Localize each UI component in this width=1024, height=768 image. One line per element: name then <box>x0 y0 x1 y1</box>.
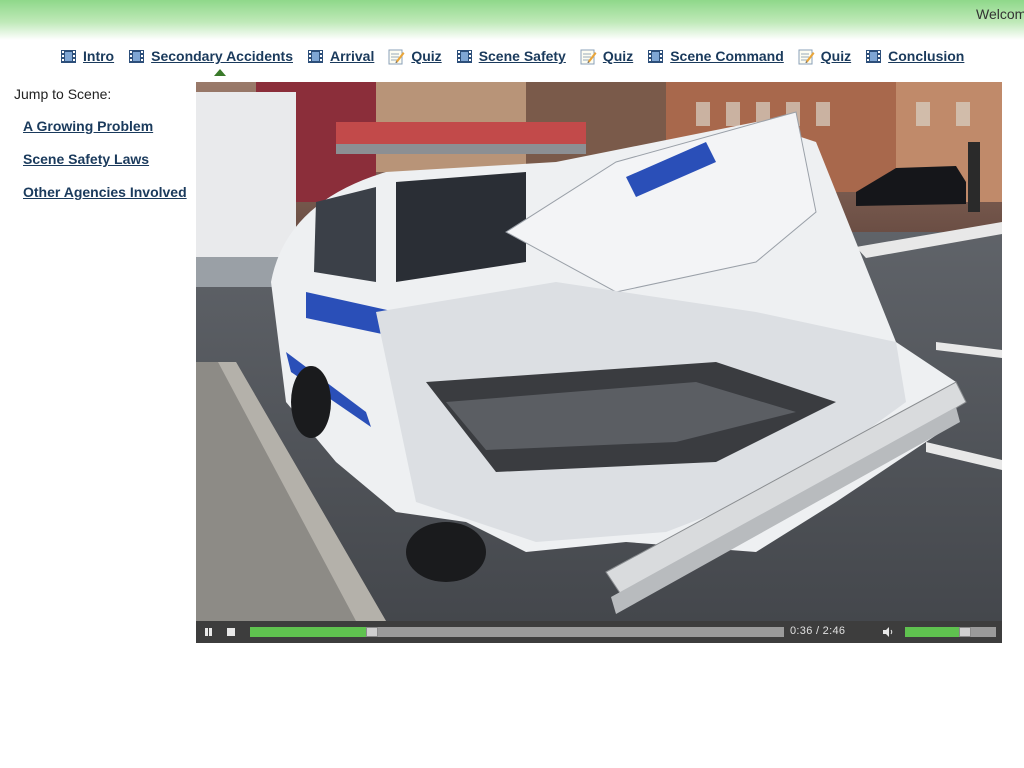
video-player: 0:36 / 2:46 <box>196 82 1002 643</box>
welcome-text: Welcom <box>976 6 1024 22</box>
nav-item-label: Quiz <box>411 48 442 64</box>
film-icon <box>129 49 145 63</box>
film-icon <box>61 49 76 63</box>
nav-item-label: Scene Command <box>670 48 784 64</box>
nav-item-label: Secondary Accidents <box>151 48 293 64</box>
scene-sidebar: Jump to Scene: A Growing Problem Scene S… <box>14 86 194 200</box>
nav-item-label: Intro <box>83 48 115 64</box>
nav-item-quiz-3[interactable]: Quiz <box>798 48 851 65</box>
nav-item-label: Quiz <box>820 48 852 64</box>
nav-item-secondary-accidents[interactable]: Secondary Accidents <box>128 48 293 65</box>
chapter-nav: Intro Secondary Accidents Arrival Quiz S… <box>60 46 978 66</box>
nav-item-label: Quiz <box>602 48 634 64</box>
seek-handle[interactable] <box>366 627 378 637</box>
seek-progress <box>250 627 366 637</box>
quiz-icon <box>580 49 597 64</box>
nav-item-label: Scene Safety <box>478 48 566 64</box>
video-frame[interactable] <box>196 82 1002 621</box>
film-icon <box>866 49 882 63</box>
nav-item-scene-safety[interactable]: Scene Safety <box>456 48 566 65</box>
wrecked-police-car-image <box>196 82 1002 621</box>
nav-item-conclusion[interactable]: Conclusion <box>865 48 964 65</box>
scene-link-growing-problem[interactable]: A Growing Problem <box>23 118 194 134</box>
scene-link-other-agencies[interactable]: Other Agencies Involved <box>23 184 194 200</box>
film-icon <box>456 49 472 63</box>
active-chapter-indicator-icon <box>214 69 226 76</box>
seek-bar[interactable] <box>250 627 784 637</box>
nav-item-quiz-2[interactable]: Quiz <box>580 48 633 65</box>
stop-icon[interactable] <box>227 628 235 636</box>
nav-item-intro[interactable]: Intro <box>60 48 114 65</box>
nav-item-label: Conclusion <box>888 48 965 64</box>
time-display: 0:36 / 2:46 <box>790 625 846 637</box>
scene-link-safety-laws[interactable]: Scene Safety Laws <box>23 151 194 167</box>
nav-item-quiz-1[interactable]: Quiz <box>388 48 442 65</box>
nav-item-arrival[interactable]: Arrival <box>307 48 374 65</box>
volume-level <box>905 627 959 637</box>
volume-slider[interactable] <box>905 627 996 637</box>
nav-item-label: Arrival <box>329 48 375 64</box>
video-controls: 0:36 / 2:46 <box>196 621 1002 643</box>
volume-icon[interactable] <box>882 626 894 638</box>
nav-item-scene-command[interactable]: Scene Command <box>647 48 784 65</box>
quiz-icon <box>798 49 815 64</box>
quiz-icon <box>388 49 405 64</box>
jump-to-scene-label: Jump to Scene: <box>14 86 112 102</box>
pause-icon[interactable] <box>204 627 214 637</box>
film-icon <box>648 49 664 63</box>
film-icon <box>307 49 323 63</box>
header-bar: Welcom <box>0 0 1024 40</box>
volume-handle[interactable] <box>959 627 971 637</box>
